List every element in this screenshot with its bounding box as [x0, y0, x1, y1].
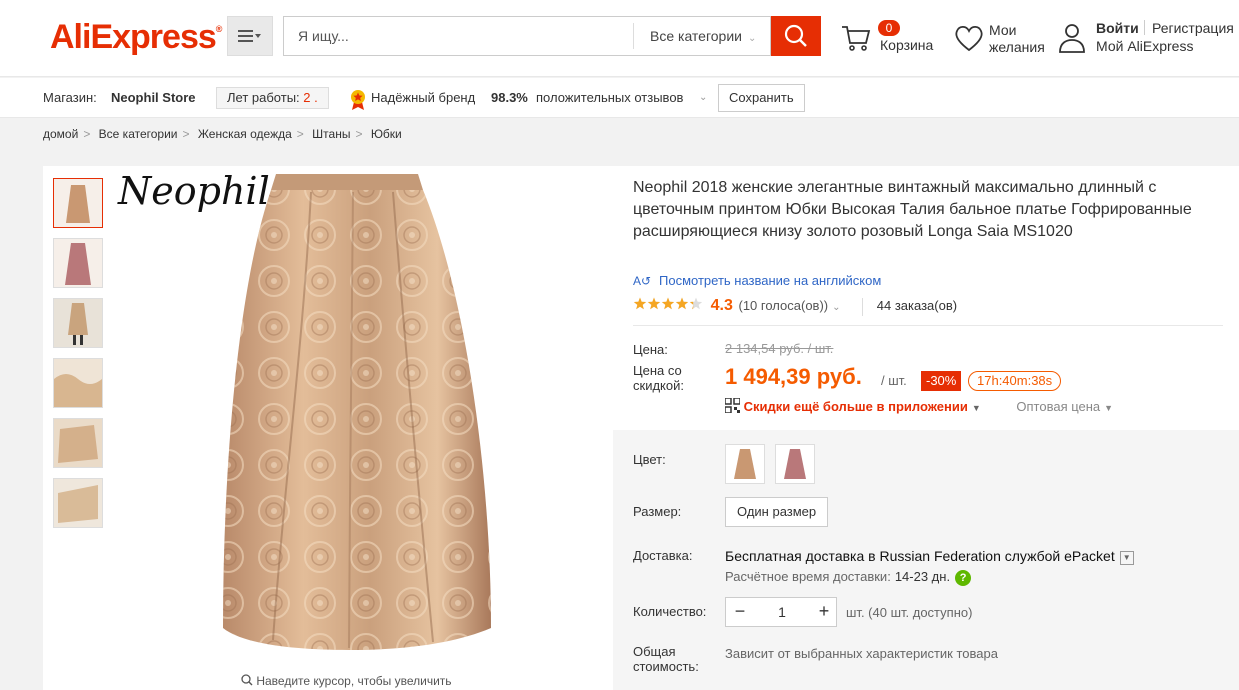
search-box: Все категории⌄	[283, 16, 771, 56]
chevron-down-icon: ⌄	[747, 33, 757, 44]
cart-label: Корзина	[880, 37, 934, 53]
aliexpress-logo[interactable]: AliExpress®	[50, 18, 222, 57]
size-label: Размер:	[633, 504, 682, 519]
search-input[interactable]	[284, 17, 632, 55]
quantity-label: Количество:	[633, 604, 707, 619]
countdown-timer: 17h:40m:38s	[968, 371, 1062, 391]
color-label: Цвет:	[633, 452, 666, 467]
hamburger-icon	[238, 30, 261, 42]
star-icon	[647, 297, 661, 310]
brand-watermark: Neophil	[117, 169, 270, 213]
user-icon	[1059, 24, 1085, 53]
rating-votes[interactable]: (10 голоса(ов))	[739, 298, 829, 313]
medal-icon	[349, 87, 367, 110]
my-aliexpress-link[interactable]: Мой AliExpress	[1096, 38, 1193, 54]
breadcrumb-all-categories[interactable]: Все категории	[99, 127, 178, 141]
quantity-availability: шт. (40 шт. доступно)	[846, 605, 973, 620]
app-discount-link[interactable]: Скидки ещё больше в приложении	[744, 399, 968, 414]
zoom-hint: Наведите курсор, чтобы увеличить	[241, 674, 452, 688]
trusted-brand-label: Надёжный бренд	[371, 90, 476, 105]
discount-price-label: Цена со скидкой:	[633, 363, 684, 393]
translate-title-link[interactable]: A↺ Посмотреть название на английском	[633, 273, 881, 288]
breadcrumb-pants[interactable]: Штаны	[312, 127, 350, 141]
total-cost-label: Общая стоимость:	[633, 644, 699, 674]
store-name-link[interactable]: Neophil Store	[111, 78, 196, 118]
wishlist[interactable]: Мои желания	[953, 20, 1053, 60]
breadcrumb-skirts: Юбки	[370, 127, 402, 141]
gallery-thumbnail[interactable]	[53, 478, 103, 528]
gallery-thumbnail[interactable]	[53, 298, 103, 348]
qr-code-icon	[724, 397, 741, 414]
cart-icon	[842, 26, 871, 51]
rating-row: 4.3 (10 голоса(ов)) ⌄ 44 заказа(ов)	[633, 297, 957, 317]
color-swatch[interactable]	[725, 444, 765, 484]
site-header: AliExpress® Все категории⌄ 0 Корзина Мои…	[0, 0, 1239, 77]
search-button[interactable]	[771, 16, 821, 56]
store-rating-percent: 98.3%	[491, 90, 528, 105]
quantity-input[interactable]: 1	[754, 598, 810, 626]
star-icon	[661, 297, 675, 310]
product-title: Neophil 2018 женские элегантные винтажны…	[633, 179, 1192, 240]
star-icon	[675, 297, 689, 310]
cart-count-badge: 0	[878, 20, 900, 36]
gallery-thumbnail[interactable]	[53, 418, 103, 468]
shipping-label: Доставка:	[633, 548, 693, 563]
orders-count: 44 заказа(ов)	[876, 298, 958, 313]
login-link[interactable]: Войти	[1096, 20, 1139, 36]
gallery-thumbnail[interactable]	[53, 358, 103, 408]
gallery-thumbnail[interactable]	[53, 238, 103, 288]
divider	[633, 325, 1223, 326]
app-discount-row: Скидки ещё больше в приложении ▼ Оптовая …	[724, 397, 1113, 414]
quantity-stepper: − 1 +	[725, 597, 837, 627]
translate-icon: A↺	[633, 274, 652, 288]
chevron-down-icon[interactable]: ⌄	[832, 302, 840, 313]
quantity-decrease-button[interactable]: −	[726, 598, 754, 626]
product-info: Neophil 2018 женские элегантные винтажны…	[613, 166, 1239, 690]
chevron-down-icon[interactable]: ⌄	[699, 78, 707, 118]
search-icon	[241, 674, 253, 686]
cart[interactable]: 0 Корзина	[840, 18, 940, 58]
store-years-badge: Лет работы: 2 .	[216, 87, 329, 109]
breadcrumb-womens-clothing[interactable]: Женская одежда	[198, 127, 292, 141]
delivery-time: Расчётное время доставки: 14-23 дн.?	[725, 569, 972, 586]
caret-down-icon[interactable]: ▼	[1104, 403, 1113, 413]
original-price: 2 134,54 руб. / шт.	[725, 341, 834, 356]
chevron-down-icon[interactable]: ▼	[1119, 551, 1134, 565]
quantity-increase-button[interactable]: +	[810, 598, 838, 626]
caret-down-icon[interactable]: ▼	[972, 403, 981, 413]
color-swatch[interactable]	[775, 444, 815, 484]
price-unit: / шт.	[881, 373, 907, 388]
discount-badge: -30%	[921, 371, 962, 391]
wishlist-label: Мои желания	[989, 22, 1045, 55]
category-select[interactable]: Все категории ⌄	[633, 23, 771, 49]
product-main-image[interactable]: Neophil	[113, 166, 613, 676]
total-cost-note: Зависит от выбранных характеристик товар…	[725, 646, 998, 661]
shipping-method[interactable]: Бесплатная доставка в Russian Federation…	[725, 548, 1134, 565]
account: Войти Регистрация Мой AliExpress	[1058, 20, 1239, 60]
heart-icon	[955, 25, 983, 52]
store-label: Магазин:	[43, 90, 97, 105]
star-icon	[633, 297, 647, 310]
breadcrumb: домой > Все категории > Женская одежда > Шт…	[43, 127, 402, 141]
size-option[interactable]: Один размер	[725, 497, 829, 527]
divider	[1144, 20, 1145, 35]
category-menu-button[interactable]	[227, 16, 273, 56]
help-icon[interactable]: ?	[955, 570, 972, 586]
store-bar: Магазин: Neophil Store Лет работы: 2 . Н…	[0, 78, 1239, 118]
discount-price: 1 494,39 руб.	[725, 364, 862, 389]
search-icon	[784, 24, 807, 47]
breadcrumb-home[interactable]: домой	[43, 127, 78, 141]
save-store-button[interactable]: Сохранить	[718, 84, 805, 112]
wholesale-price-link[interactable]: Оптовая цена	[1016, 399, 1100, 414]
register-link[interactable]: Регистрация	[1152, 20, 1234, 36]
rating-score: 4.3	[710, 297, 733, 314]
store-rating-label[interactable]: положительных отзывов	[536, 78, 683, 118]
gallery-thumbnail[interactable]	[53, 178, 103, 228]
price-label: Цена:	[633, 342, 668, 357]
rating-stars	[633, 297, 708, 313]
product-gallery: Neophil Наведите курсор, чтобы увеличить	[43, 166, 613, 690]
